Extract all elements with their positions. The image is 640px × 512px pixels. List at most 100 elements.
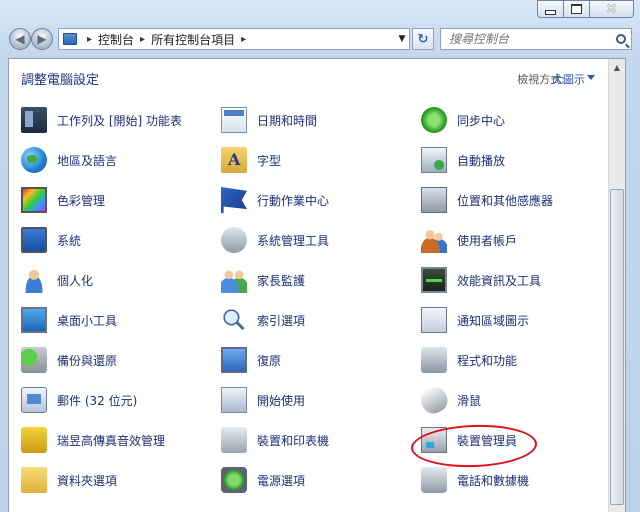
cp-item-color-management[interactable]: 色彩管理 (21, 185, 105, 215)
cp-item-label: 位置和其他感應器 (457, 193, 554, 208)
close-button[interactable]: ✕ (590, 0, 634, 18)
cp-item-label: 電源選項 (257, 473, 306, 488)
sync-center-icon (421, 107, 447, 133)
cp-item-sync-center[interactable]: 同步中心 (421, 105, 505, 135)
content-pane: 調整電腦設定 檢視方式: 大圖示 工作列及 [開始] 功能表 地區及語言 色彩管… (8, 58, 626, 512)
devices-printers-icon (221, 427, 247, 453)
cp-item-indexing-options[interactable]: 索引選項 (221, 305, 305, 335)
cp-item-label: 字型 (257, 153, 282, 168)
vertical-scrollbar[interactable]: ▲ (608, 59, 625, 512)
cp-item-user-accounts[interactable]: 使用者帳戶 (421, 225, 517, 255)
audio-manager-icon (21, 427, 47, 453)
cp-item-personalization[interactable]: 個人化 (21, 265, 93, 295)
cp-item-label: 程式和功能 (457, 353, 518, 368)
cp-item-getting-started[interactable]: 開始使用 (221, 385, 305, 415)
cp-item-admin-tools[interactable]: 系統管理工具 (221, 225, 329, 255)
view-by-dropdown[interactable]: 大圖示 (552, 71, 585, 87)
cp-item-date-time[interactable]: 日期和時間 (221, 105, 317, 135)
cp-item-folder-options[interactable]: 資料夾選項 (21, 465, 117, 495)
cp-item-label: 家長監護 (257, 273, 306, 288)
cp-item-performance[interactable]: 效能資訊及工具 (421, 265, 541, 295)
breadcrumb-separator-icon[interactable]: ▸ (241, 34, 246, 45)
breadcrumb-all-items[interactable]: 所有控制台項目 (151, 31, 235, 48)
cp-item-label: 行動作業中心 (257, 193, 330, 208)
cp-item-region-language[interactable]: 地區及語言 (21, 145, 117, 175)
scrollbar-thumb[interactable] (610, 189, 624, 505)
control-panel-window: ✕ ◀ ▶ ▸ 控制台 ▸ 所有控制台項目 ▸ ▼ ↻ 調整電腦設定 檢視方式:… (0, 0, 640, 512)
cp-item-label: 桌面小工具 (57, 313, 118, 328)
cp-item-location-sensors[interactable]: 位置和其他感應器 (421, 185, 553, 215)
system-icon (21, 227, 47, 253)
getting-started-icon (221, 387, 247, 413)
breadcrumb-separator-icon[interactable]: ▸ (140, 34, 145, 45)
search-box[interactable] (440, 28, 632, 50)
action-center-flag-icon (221, 187, 247, 213)
search-icon[interactable] (616, 34, 626, 44)
cp-item-label: 色彩管理 (57, 193, 106, 208)
performance-icon (421, 267, 447, 293)
cp-item-notification-area[interactable]: 通知區域圖示 (421, 305, 529, 335)
breadcrumb-control-panel[interactable]: 控制台 (98, 31, 134, 48)
maximize-icon (571, 4, 582, 14)
refresh-button[interactable]: ↻ (412, 28, 434, 50)
phone-modem-icon (421, 467, 447, 493)
mail-icon (21, 387, 47, 413)
cp-item-label: 通知區域圖示 (457, 313, 530, 328)
indexing-icon (221, 307, 247, 333)
minimize-button[interactable] (537, 0, 564, 18)
recovery-icon (221, 347, 247, 373)
cp-item-label: 個人化 (57, 273, 94, 288)
user-accounts-icon (421, 227, 447, 253)
cp-item-phone-modem[interactable]: 電話和數據機 (421, 465, 529, 495)
scroll-up-icon[interactable]: ▲ (609, 59, 625, 76)
address-bar[interactable]: ▸ 控制台 ▸ 所有控制台項目 ▸ ▼ (58, 28, 410, 50)
cp-item-label: 系統 (57, 233, 82, 248)
breadcrumb-separator-icon[interactable]: ▸ (87, 34, 92, 45)
cp-item-backup-restore[interactable]: 備份與還原 (21, 345, 117, 375)
cp-item-audio-manager[interactable]: 瑞昱高傳真音效管理 (21, 425, 165, 455)
back-button[interactable]: ◀ (9, 28, 31, 50)
cp-item-label: 索引選項 (257, 313, 306, 328)
notification-area-icon (421, 307, 447, 333)
cp-item-parental-controls[interactable]: 家長監護 (221, 265, 305, 295)
control-panel-icon (63, 33, 77, 45)
window-caption-buttons: ✕ (537, 0, 634, 18)
address-dropdown-icon[interactable]: ▼ (395, 29, 409, 49)
close-icon: ✕ (606, 1, 617, 17)
cp-item-programs-features[interactable]: 程式和功能 (421, 345, 517, 375)
minimize-icon (545, 9, 556, 15)
forward-button[interactable]: ▶ (31, 28, 53, 50)
cp-item-action-center[interactable]: 行動作業中心 (221, 185, 329, 215)
cp-item-fonts[interactable]: 字型 (221, 145, 281, 175)
view-by-chevron-down-icon[interactable] (587, 75, 595, 80)
refresh-icon: ↻ (417, 31, 429, 47)
autoplay-icon (421, 147, 447, 173)
page-title: 調整電腦設定 (21, 73, 100, 88)
cp-item-label: 自動播放 (457, 153, 506, 168)
cp-item-power-options[interactable]: 電源選項 (221, 465, 305, 495)
cp-item-autoplay[interactable]: 自動播放 (421, 145, 505, 175)
cp-item-desktop-gadgets[interactable]: 桌面小工具 (21, 305, 117, 335)
cp-item-label: 裝置和印表機 (257, 433, 330, 448)
cp-item-label: 工作列及 [開始] 功能表 (57, 113, 182, 128)
navigation-bar: ◀ ▶ ▸ 控制台 ▸ 所有控制台項目 ▸ ▼ ↻ (0, 26, 640, 54)
cp-item-label: 效能資訊及工具 (457, 273, 542, 288)
cp-item-mail[interactable]: 郵件 (32 位元) (21, 385, 137, 415)
personalization-icon (21, 267, 47, 293)
maximize-button[interactable] (564, 0, 590, 18)
font-icon (221, 147, 247, 173)
cp-item-label: 使用者帳戶 (457, 233, 518, 248)
cp-item-taskbar[interactable]: 工作列及 [開始] 功能表 (21, 105, 182, 135)
cp-item-system[interactable]: 系統 (21, 225, 81, 255)
calendar-icon (221, 107, 247, 133)
search-input[interactable] (447, 31, 611, 47)
cp-item-label: 瑞昱高傳真音效管理 (57, 433, 166, 448)
power-options-icon (221, 467, 247, 493)
taskbar-icon (21, 107, 47, 133)
admin-tools-icon (221, 227, 247, 253)
cp-item-mouse[interactable]: 滑鼠 (416, 382, 482, 418)
cp-item-recovery[interactable]: 復原 (221, 345, 281, 375)
cp-item-label: 滑鼠 (457, 393, 482, 408)
backup-icon (21, 347, 47, 373)
cp-item-devices-printers[interactable]: 裝置和印表機 (221, 425, 329, 455)
